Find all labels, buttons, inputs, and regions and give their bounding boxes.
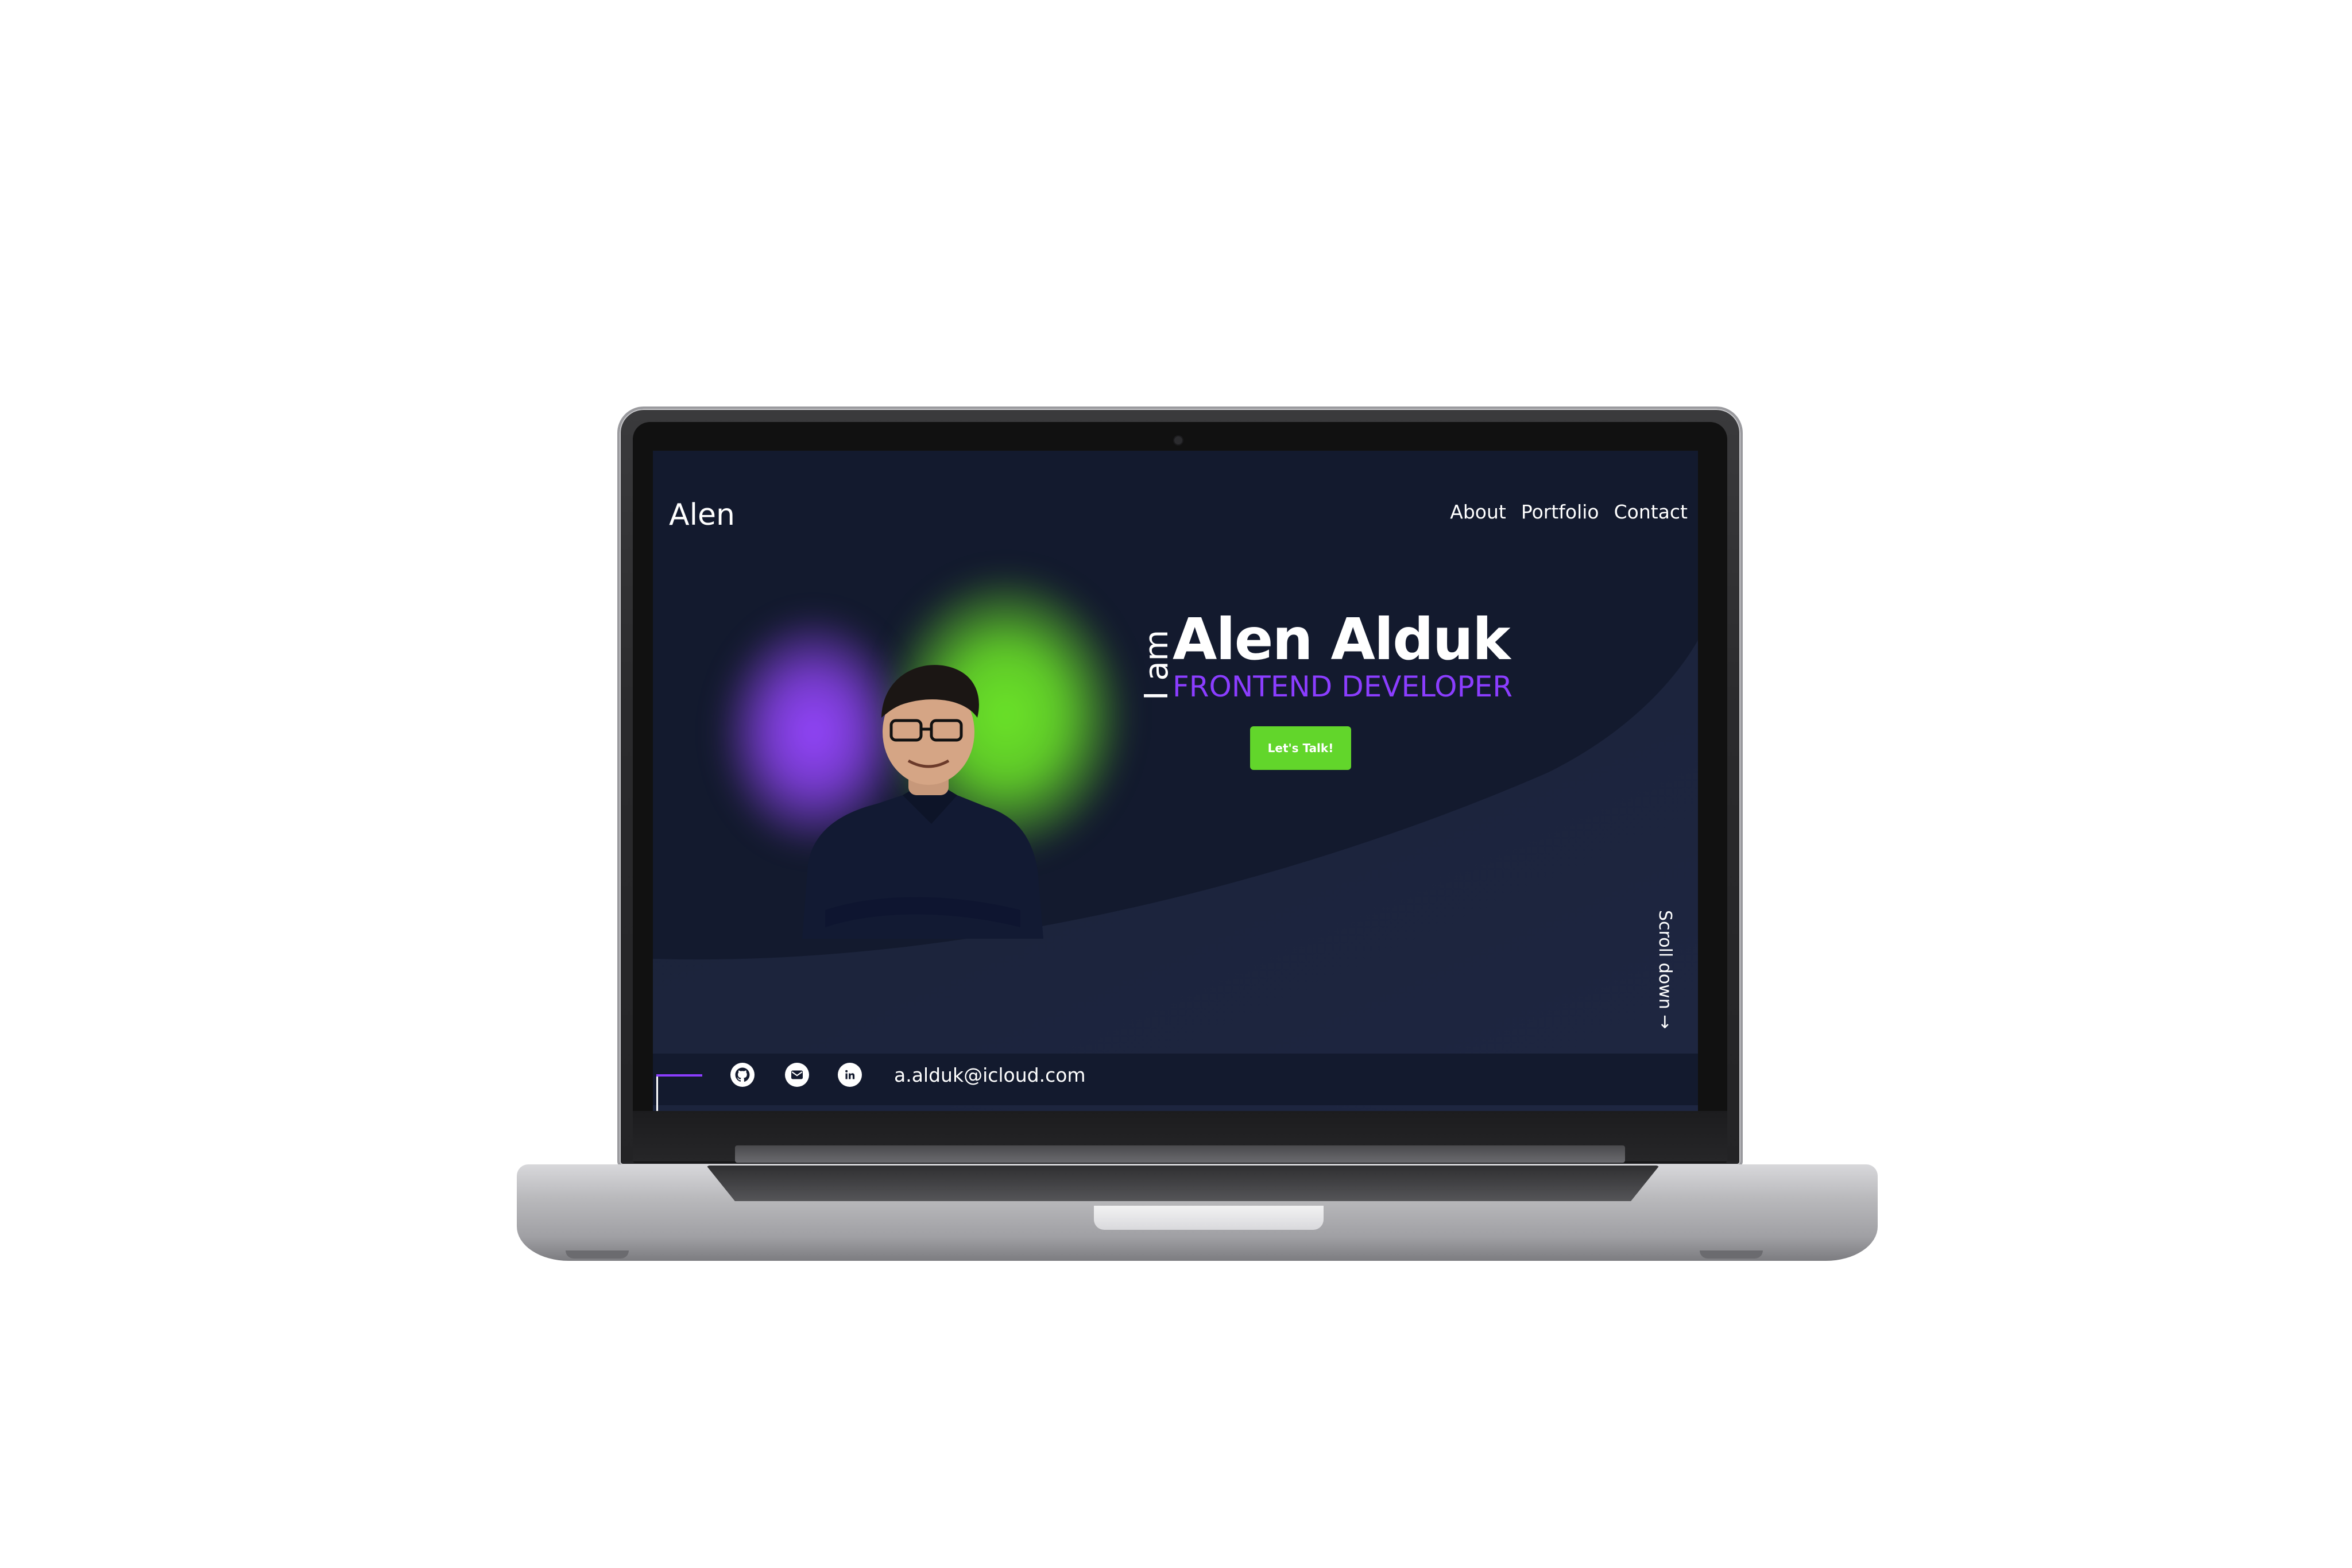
hero-role: FRONTEND DEVELOPER bbox=[1173, 670, 1512, 703]
linkedin-icon[interactable] bbox=[838, 1063, 862, 1087]
laptop-foot-left bbox=[566, 1250, 629, 1259]
footer-divider bbox=[656, 1077, 658, 1111]
hero-name: Alen Alduk bbox=[1173, 606, 1510, 673]
lets-talk-button[interactable]: Let's Talk! bbox=[1250, 726, 1351, 770]
mail-icon[interactable] bbox=[785, 1063, 809, 1087]
laptop-foot-right bbox=[1700, 1250, 1763, 1259]
keyboard-reflection bbox=[735, 1145, 1625, 1163]
profile-photo bbox=[802, 665, 1043, 939]
footer-bar bbox=[653, 1054, 1698, 1105]
scroll-down-link[interactable]: Scroll down → bbox=[1655, 910, 1675, 1029]
keyboard bbox=[706, 1166, 1659, 1201]
lid-notch bbox=[1094, 1206, 1324, 1230]
footer-accent-line bbox=[656, 1074, 702, 1077]
nav-contact[interactable]: Contact bbox=[1614, 501, 1688, 523]
site-logo[interactable]: Alen bbox=[669, 498, 735, 532]
website-viewport: Alen About Portfolio Contact I am Alen A… bbox=[653, 451, 1698, 1111]
nav-about[interactable]: About bbox=[1450, 501, 1506, 523]
camera-icon bbox=[1174, 436, 1182, 444]
main-nav: About Portfolio Contact bbox=[1450, 501, 1688, 523]
nav-portfolio[interactable]: Portfolio bbox=[1521, 501, 1599, 523]
github-icon[interactable] bbox=[730, 1063, 755, 1087]
hero-prefix: I am bbox=[1138, 629, 1175, 700]
footer-email-link[interactable]: a.alduk@icloud.com bbox=[894, 1064, 1086, 1086]
